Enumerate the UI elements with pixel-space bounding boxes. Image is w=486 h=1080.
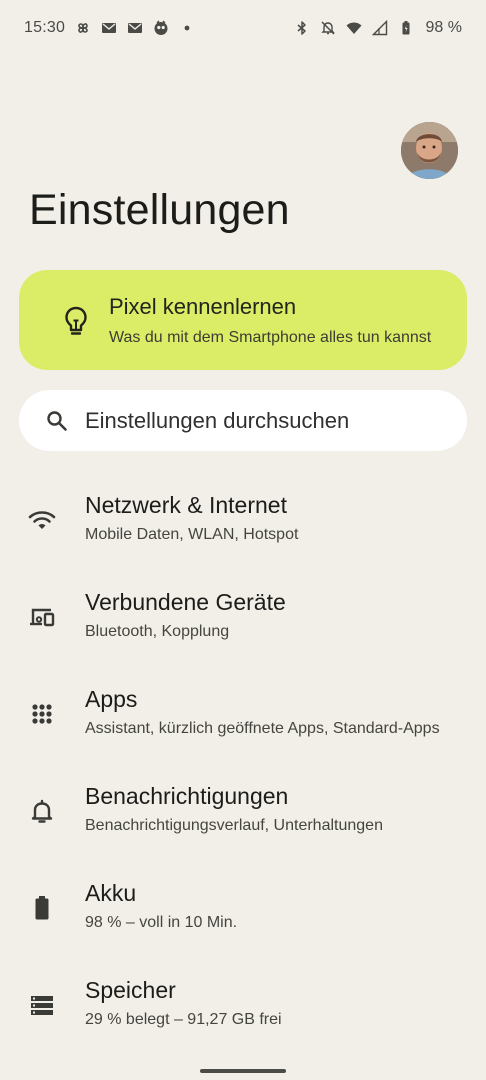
setting-item-title: Verbundene Geräte — [85, 589, 286, 615]
dot-icon — [179, 20, 195, 36]
page-title: Einstellungen — [29, 186, 290, 234]
status-left: 15:30 — [24, 19, 195, 37]
setting-item-network[interactable]: Netzwerk & Internet Mobile Daten, WLAN, … — [0, 470, 486, 567]
pixel-card-subtitle: Was du mit dem Smartphone alles tun kann… — [109, 329, 432, 346]
wifi-icon — [346, 20, 362, 36]
setting-item-subtitle: Benachrichtigungsverlauf, Unterhaltungen — [85, 817, 383, 834]
search-label: Einstellungen durchsuchen — [85, 408, 350, 433]
storage-icon — [28, 991, 56, 1019]
mail-icon — [127, 20, 143, 36]
setting-item-title: Akku — [85, 880, 137, 906]
battery-percentage: 98 % — [425, 19, 462, 36]
setting-item-title: Apps — [85, 686, 138, 712]
setting-item-subtitle: Assistant, kürzlich geöffnete Apps, Stan… — [85, 720, 440, 737]
gesture-nav-handle[interactable] — [200, 1069, 286, 1073]
avatar[interactable] — [401, 122, 458, 179]
mail-icon — [101, 20, 117, 36]
settings-search-bar[interactable]: Einstellungen durchsuchen — [19, 390, 467, 451]
bell-icon — [28, 797, 56, 825]
setting-item-storage[interactable]: Speicher 29 % belegt – 91,27 GB frei — [0, 955, 486, 1052]
apps-grid-icon — [28, 700, 56, 728]
setting-item-battery[interactable]: Akku 98 % – voll in 10 Min. — [0, 858, 486, 955]
devices-icon — [28, 603, 56, 631]
setting-item-subtitle: Bluetooth, Kopplung — [85, 623, 230, 640]
status-time: 15:30 — [24, 19, 66, 36]
battery-icon — [28, 894, 56, 922]
setting-item-title: Benachrichtigungen — [85, 783, 289, 809]
pixel-card-title: Pixel kennenlernen — [109, 294, 297, 319]
pixel-card-texts: Pixel kennenlernen Was du mit dem Smartp… — [109, 294, 431, 347]
setting-item-notifications[interactable]: Benachrichtigungen Benachrichtigungsverl… — [0, 761, 486, 858]
setting-item-subtitle: 29 % belegt – 91,27 GB frei — [85, 1011, 282, 1028]
signal-icon — [371, 20, 388, 36]
setting-item-connected-devices[interactable]: Verbundene Geräte Bluetooth, Kopplung — [0, 567, 486, 664]
app-icon — [153, 20, 169, 36]
bluetooth-icon — [294, 20, 310, 36]
setting-item-apps[interactable]: Apps Assistant, kürzlich geöffnete Apps,… — [0, 664, 486, 761]
wifi-icon — [28, 506, 56, 534]
lightbulb-icon — [63, 306, 89, 336]
search-icon — [45, 409, 69, 433]
setting-item-subtitle: Mobile Daten, WLAN, Hotspot — [85, 526, 299, 543]
pixel-tips-card[interactable]: Pixel kennenlernen Was du mit dem Smartp… — [19, 270, 467, 370]
setting-item-subtitle: 98 % – voll in 10 Min. — [85, 914, 238, 931]
bell-off-icon — [320, 20, 336, 36]
status-bar: 15:30 98 % — [0, 0, 486, 56]
battery-icon — [398, 20, 414, 36]
setting-item-title: Speicher — [85, 977, 176, 1003]
pinwheel-icon — [75, 20, 91, 36]
setting-item-title: Netzwerk & Internet — [85, 492, 287, 518]
status-right: 98 % — [294, 19, 462, 37]
